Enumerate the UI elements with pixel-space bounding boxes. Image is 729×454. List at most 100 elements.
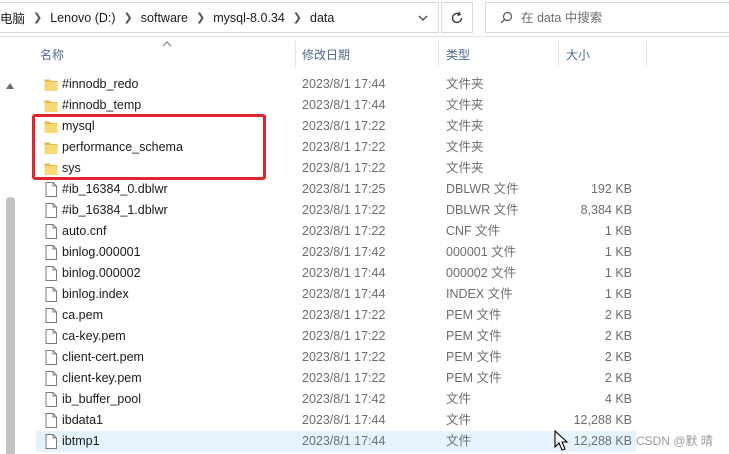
column-divider[interactable] <box>438 41 439 67</box>
file-date: 2023/8/1 17:42 <box>302 245 386 259</box>
breadcrumb-computer[interactable]: 电脑 <box>0 8 27 27</box>
file-size: 1 KB <box>604 224 632 238</box>
column-date[interactable]: 修改日期 <box>302 37 438 71</box>
file-row[interactable]: #ib_16384_0.dblwr 2023/8/1 17:25 DBLWR 文件 1… <box>36 179 636 200</box>
file-row[interactable]: auto.cnf 2023/8/1 17:22 CNF 文件 1 KB <box>36 221 636 242</box>
file-name: ca-key.pem <box>62 329 126 343</box>
file-name: binlog.000001 <box>62 245 141 259</box>
file-type: 文件 <box>446 434 472 448</box>
file-row[interactable]: ibtmp1 2023/8/1 17:44 文件 12,288 KB <box>36 431 636 452</box>
file-date: 2023/8/1 17:44 <box>302 413 386 427</box>
file-type: 文件 <box>446 392 472 406</box>
file-icon <box>45 203 57 218</box>
file-size: 2 KB <box>604 308 632 322</box>
file-name: client-cert.pem <box>62 350 144 364</box>
refresh-button[interactable] <box>441 2 473 33</box>
file-name: #ib_16384_0.dblwr <box>62 182 168 196</box>
file-row[interactable]: ib_buffer_pool 2023/8/1 17:42 文件 4 KB <box>36 389 636 410</box>
annotation-highlight-box <box>32 114 266 180</box>
chevron-down-icon[interactable] <box>416 11 430 25</box>
file-row[interactable]: client-cert.pem 2023/8/1 17:22 PEM 文件 2 KB <box>36 347 636 368</box>
file-size: 1 KB <box>604 287 632 301</box>
search-icon <box>500 11 513 24</box>
file-icon <box>45 392 57 407</box>
file-date: 2023/8/1 17:22 <box>302 224 386 238</box>
breadcrumb-data[interactable]: data <box>308 11 336 25</box>
file-type: 文件夹 <box>446 140 484 154</box>
folder-row[interactable]: #innodb_redo 2023/8/1 17:44 文件夹 <box>36 74 636 95</box>
file-name: ca.pem <box>62 308 103 322</box>
file-name: ibtmp1 <box>62 434 100 448</box>
watermark: CSDN @默 晴 <box>636 434 713 448</box>
file-type: 文件夹 <box>446 98 484 112</box>
file-row[interactable]: #ib_16384_1.dblwr 2023/8/1 17:22 DBLWR 文件 8… <box>36 200 636 221</box>
file-size <box>536 137 632 158</box>
column-name[interactable]: 名称 <box>40 37 295 71</box>
file-date: 2023/8/1 17:44 <box>302 266 386 280</box>
file-type: 文件夹 <box>446 161 484 175</box>
folder-row[interactable]: #innodb_temp 2023/8/1 17:44 文件夹 <box>36 95 636 116</box>
column-size[interactable]: 大小 <box>566 37 646 71</box>
mouse-cursor-icon <box>554 430 569 451</box>
file-icon <box>45 182 57 197</box>
breadcrumb-separator-icon[interactable]: ❯ <box>118 11 139 24</box>
refresh-icon <box>451 11 463 23</box>
file-date: 2023/8/1 17:22 <box>302 371 386 385</box>
scroll-up-arrow-icon[interactable] <box>4 81 16 91</box>
file-name: #innodb_redo <box>62 77 139 91</box>
column-type[interactable]: 类型 <box>446 37 558 71</box>
breadcrumb-software[interactable]: software <box>139 11 190 25</box>
file-type: PEM 文件 <box>446 371 502 385</box>
file-date: 2023/8/1 17:42 <box>302 392 386 406</box>
file-date: 2023/8/1 17:22 <box>302 329 386 343</box>
column-divider[interactable] <box>646 41 647 67</box>
file-row[interactable]: binlog.000001 2023/8/1 17:42 000001 文件 1 KB <box>36 242 636 263</box>
breadcrumb-drive[interactable]: Lenovo (D:) <box>48 11 117 25</box>
file-size: 12,288 KB <box>573 434 632 448</box>
file-size <box>536 95 632 116</box>
file-date: 2023/8/1 17:22 <box>302 308 386 322</box>
file-date: 2023/8/1 17:44 <box>302 434 386 448</box>
file-size: 2 KB <box>604 371 632 385</box>
file-row[interactable]: ibdata1 2023/8/1 17:44 文件 12,288 KB <box>36 410 636 431</box>
folder-icon <box>44 79 58 91</box>
breadcrumb-separator-icon[interactable]: ❯ <box>27 11 48 24</box>
file-date: 2023/8/1 17:22 <box>302 119 386 133</box>
file-type: PEM 文件 <box>446 350 502 364</box>
file-size: 1 KB <box>604 245 632 259</box>
breadcrumb-separator-icon[interactable]: ❯ <box>190 11 211 24</box>
file-icon <box>45 329 57 344</box>
file-size: 12,288 KB <box>573 413 632 427</box>
file-type: 文件 <box>446 413 472 427</box>
file-icon <box>45 266 57 281</box>
scrollbar-thumb[interactable] <box>6 197 15 454</box>
file-icon <box>45 350 57 365</box>
file-name: client-key.pem <box>62 371 142 385</box>
file-type: CNF 文件 <box>446 224 501 238</box>
file-row[interactable]: ca.pem 2023/8/1 17:22 PEM 文件 2 KB <box>36 305 636 326</box>
file-size: 2 KB <box>604 350 632 364</box>
file-size <box>536 158 632 179</box>
vertical-scrollbar[interactable] <box>0 37 20 454</box>
file-size: 8,384 KB <box>580 203 632 217</box>
breadcrumb-mysql[interactable]: mysql-8.0.34 <box>211 11 287 25</box>
column-divider[interactable] <box>558 41 559 67</box>
file-icon <box>45 224 57 239</box>
file-type: PEM 文件 <box>446 308 502 322</box>
file-size: 4 KB <box>604 392 632 406</box>
address-bar[interactable]: 电脑 ❯ Lenovo (D:) ❯ software ❯ mysql-8.0.… <box>0 2 439 33</box>
search-box[interactable] <box>485 2 729 33</box>
file-date: 2023/8/1 17:44 <box>302 98 386 112</box>
search-input[interactable] <box>521 10 721 25</box>
file-row[interactable]: binlog.index 2023/8/1 17:44 INDEX 文件 1 KB <box>36 284 636 305</box>
file-size: 1 KB <box>604 266 632 280</box>
column-divider[interactable] <box>295 41 296 67</box>
file-date: 2023/8/1 17:22 <box>302 350 386 364</box>
file-type: 000002 文件 <box>446 266 517 280</box>
breadcrumb-separator-icon[interactable]: ❯ <box>287 11 308 24</box>
file-row[interactable]: ca-key.pem 2023/8/1 17:22 PEM 文件 2 KB <box>36 326 636 347</box>
file-row[interactable]: client-key.pem 2023/8/1 17:22 PEM 文件 2 KB <box>36 368 636 389</box>
file-size: 2 KB <box>604 329 632 343</box>
file-row[interactable]: binlog.000002 2023/8/1 17:44 000002 文件 1 KB <box>36 263 636 284</box>
file-icon <box>45 245 57 260</box>
